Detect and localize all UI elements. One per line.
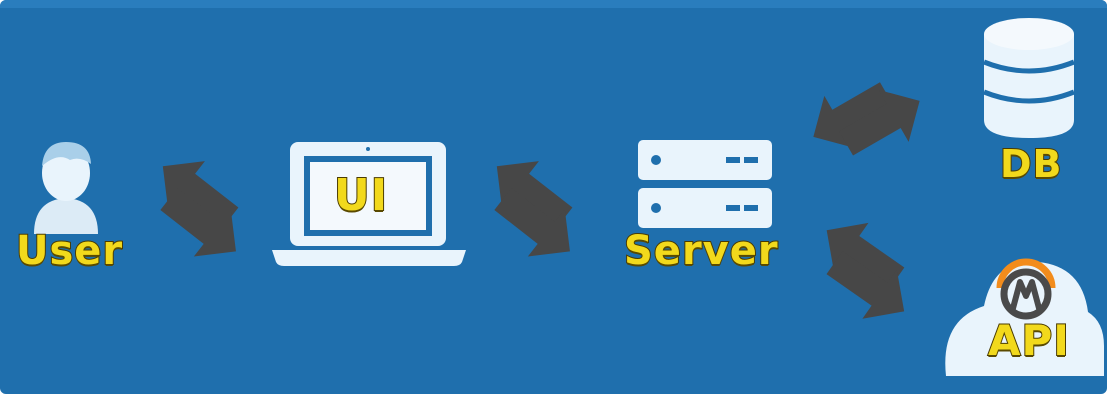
diagram-canvas [34,18,1104,376]
swap-arrow-user-ui [130,142,268,275]
user-icon [34,142,98,234]
swap-arrow-server-db [798,55,935,182]
api-label: API [987,315,1070,366]
db-label: DB [999,141,1063,187]
ui-label: UI [333,169,389,222]
server-label: Server [623,227,779,275]
server-icon [638,140,772,228]
database-icon [983,18,1075,138]
user-label: User [15,227,124,275]
swap-arrow-server-api [796,205,934,336]
swap-arrow-ui-server [464,142,602,275]
